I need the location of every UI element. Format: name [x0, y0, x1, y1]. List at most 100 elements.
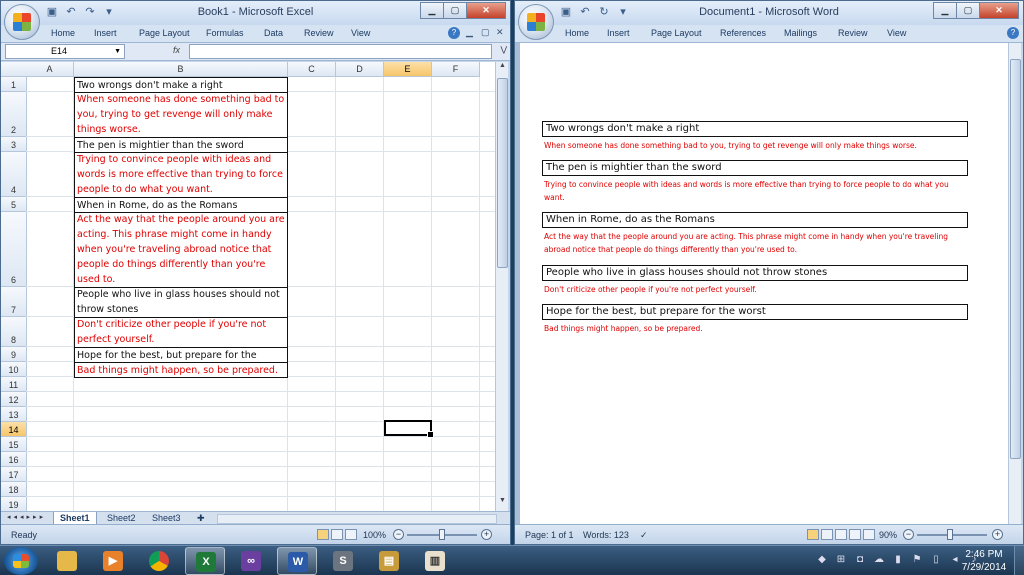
- insert-function-icon[interactable]: fx: [173, 45, 180, 55]
- zoom-slider-knob[interactable]: [439, 529, 445, 540]
- cell-b8[interactable]: Don't criticize other people if you're n…: [74, 317, 288, 348]
- minimize-button[interactable]: ▁: [420, 2, 444, 19]
- help-icon[interactable]: ?: [1007, 27, 1019, 39]
- close-button[interactable]: ✕: [466, 2, 506, 19]
- action-center-icon[interactable]: ⚑: [911, 554, 923, 566]
- row-header-6[interactable]: 6: [1, 212, 27, 287]
- active-cell-e14[interactable]: [384, 420, 434, 438]
- row-header-1[interactable]: 1: [1, 77, 27, 92]
- row-header-4[interactable]: 4: [1, 152, 27, 197]
- zoom-in-button[interactable]: +: [481, 529, 492, 540]
- cell-b7[interactable]: People who live in glass houses should n…: [74, 287, 288, 318]
- excel-vertical-scrollbar[interactable]: ▲ ▼: [495, 62, 508, 511]
- tab-page-layout[interactable]: Page Layout: [139, 28, 190, 38]
- taskbar-explorer[interactable]: [47, 547, 87, 575]
- tab-view[interactable]: View: [351, 28, 370, 38]
- page-count[interactable]: Page: 1 of 1: [525, 530, 574, 540]
- taskbar-word[interactable]: W: [277, 547, 317, 575]
- proverb-heading-box[interactable]: Hope for the best, but prepare for the w…: [542, 304, 968, 320]
- close-button[interactable]: ✕: [979, 2, 1019, 19]
- tab-references[interactable]: References: [720, 28, 766, 38]
- row-header-18[interactable]: 18: [1, 482, 27, 497]
- row-header-11[interactable]: 11: [1, 377, 27, 392]
- network-icon[interactable]: ▮: [892, 554, 904, 566]
- row-header-7[interactable]: 7: [1, 287, 27, 317]
- taskbar-book-reader[interactable]: ▥: [415, 547, 455, 575]
- word-vertical-scrollbar[interactable]: [1008, 43, 1021, 525]
- document-page[interactable]: Two wrongs don't make a right When someon…: [520, 43, 1008, 525]
- show-desktop-button[interactable]: [1014, 546, 1024, 575]
- zoom-in-button[interactable]: +: [992, 529, 1003, 540]
- row-header-15[interactable]: 15: [1, 437, 27, 452]
- column-header-e[interactable]: E: [384, 62, 432, 77]
- row-header-9[interactable]: 9: [1, 347, 27, 362]
- dropbox-icon[interactable]: ◆: [816, 554, 828, 566]
- proverb-description[interactable]: Act the way that the people around you a…: [544, 230, 970, 256]
- word-titlebar[interactable]: ▣ ↶ ↻ ▾ Document1 - Microsoft Word ▁ ▢ ✕: [515, 1, 1023, 25]
- cell-b1[interactable]: Two wrongs don't make a right: [74, 77, 288, 93]
- cell-b10[interactable]: Bad things might happen, so be prepared.: [74, 362, 288, 378]
- excel-horizontal-scrollbar[interactable]: [217, 514, 497, 524]
- tab-mailings[interactable]: Mailings: [784, 28, 817, 38]
- zoom-slider-knob[interactable]: [947, 529, 953, 540]
- proofing-icon[interactable]: ✓: [640, 530, 648, 541]
- taskbar-excel[interactable]: X: [185, 547, 225, 575]
- proverb-description[interactable]: Don't criticize other people if you're n…: [544, 283, 970, 296]
- proverb-heading-box[interactable]: When in Rome, do as the Romans: [542, 212, 968, 228]
- full-screen-view-button[interactable]: [821, 529, 833, 540]
- column-header-b[interactable]: B: [74, 62, 288, 77]
- column-header-f[interactable]: F: [432, 62, 480, 77]
- web-layout-view-button[interactable]: [835, 529, 847, 540]
- help-icon[interactable]: ?: [448, 27, 460, 39]
- row-header-17[interactable]: 17: [1, 467, 27, 482]
- tab-page-layout[interactable]: Page Layout: [651, 28, 702, 38]
- scroll-thumb[interactable]: [497, 78, 508, 268]
- ribbon-restore-icon[interactable]: ▢: [481, 27, 490, 38]
- proverb-description[interactable]: When someone has done something bad to y…: [544, 139, 970, 152]
- minimize-button[interactable]: ▁: [933, 2, 957, 19]
- clock[interactable]: 2:46 PM 7/29/2014: [958, 548, 1010, 574]
- proverb-description[interactable]: Bad things might happen, so be prepared.: [544, 322, 970, 335]
- cell-b9[interactable]: Hope for the best, but prepare for the w…: [74, 347, 288, 363]
- zoom-level[interactable]: 100%: [363, 530, 386, 540]
- excel-office-button[interactable]: [4, 4, 40, 40]
- scroll-down-icon[interactable]: ▼: [496, 497, 509, 511]
- tab-review[interactable]: Review: [304, 28, 334, 38]
- page-layout-view-button[interactable]: [331, 529, 343, 540]
- outline-view-button[interactable]: [849, 529, 861, 540]
- ribbon-minimize-icon[interactable]: ▁: [466, 27, 473, 38]
- maximize-button[interactable]: ▢: [443, 2, 467, 19]
- draft-view-button[interactable]: [863, 529, 875, 540]
- power-icon[interactable]: ▯: [930, 554, 942, 566]
- select-all-corner[interactable]: [1, 62, 27, 77]
- expand-formula-bar-icon[interactable]: ⋁: [500, 45, 507, 54]
- row-header-16[interactable]: 16: [1, 452, 27, 467]
- cell-b3[interactable]: The pen is mightier than the sword: [74, 137, 288, 153]
- row-header-8[interactable]: 8: [1, 317, 27, 347]
- tab-view[interactable]: View: [887, 28, 906, 38]
- cell-b5[interactable]: When in Rome, do as the Romans: [74, 197, 288, 213]
- row-header-2[interactable]: 2: [1, 92, 27, 137]
- column-header-d[interactable]: D: [336, 62, 384, 77]
- tab-insert[interactable]: Insert: [607, 28, 630, 38]
- taskbar-media-player[interactable]: ▶: [93, 547, 133, 575]
- tab-home[interactable]: Home: [565, 28, 589, 38]
- excel-titlebar[interactable]: ▣ ↶ ↷ ▾ Book1 - Microsoft Excel ▁ ▢ ✕: [1, 1, 510, 25]
- worksheet-grid[interactable]: ABCDEF 1 2 3 4 5 6 7 8 9 10 11 12 13 14 15 16 17 18 19 Two…: [1, 62, 496, 511]
- scroll-up-icon[interactable]: ▲: [496, 62, 509, 76]
- row-header-5[interactable]: 5: [1, 197, 27, 212]
- row-header-10[interactable]: 10: [1, 362, 27, 377]
- row-header-13[interactable]: 13: [1, 407, 27, 422]
- row-header-14[interactable]: 14: [1, 422, 27, 437]
- maximize-button[interactable]: ▢: [956, 2, 980, 19]
- taskbar-visual-studio[interactable]: ∞: [231, 547, 271, 575]
- column-header-a[interactable]: A: [26, 62, 74, 77]
- proverb-heading-box[interactable]: Two wrongs don't make a right: [542, 121, 968, 137]
- name-box[interactable]: E14 ▼: [5, 44, 125, 59]
- word-office-button[interactable]: [518, 4, 554, 40]
- taskbar-snagit[interactable]: S: [323, 547, 363, 575]
- normal-view-button[interactable]: [317, 529, 329, 540]
- tab-formulas[interactable]: Formulas: [206, 28, 244, 38]
- ribbon-close-icon[interactable]: ✕: [496, 27, 504, 38]
- proverb-description[interactable]: Trying to convince people with ideas and…: [544, 178, 970, 204]
